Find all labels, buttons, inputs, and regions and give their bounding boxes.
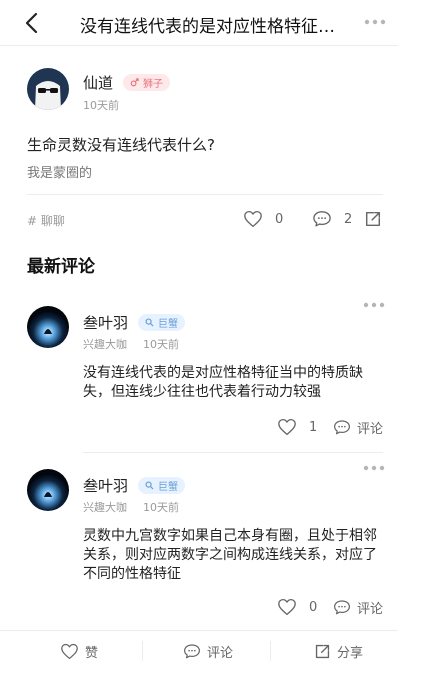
commenter-name[interactable]: 叁叶羽 bbox=[83, 475, 128, 496]
post-comment-count: 2 bbox=[344, 211, 353, 227]
post-body: 我是蒙圈的 bbox=[27, 166, 93, 181]
commenter-avatar[interactable] bbox=[27, 306, 69, 348]
comment-icon bbox=[334, 600, 350, 615]
bottom-share-button[interactable]: 分享 bbox=[314, 642, 363, 661]
comment-icon bbox=[313, 211, 331, 227]
zodiac-badge-label: 巨蟹 bbox=[158, 319, 179, 330]
bottom-bar-separator bbox=[270, 641, 271, 661]
mars-icon bbox=[130, 78, 139, 87]
bottom-bar-separator bbox=[142, 641, 143, 661]
comment-reply-label: 评论 bbox=[357, 602, 384, 617]
bottom-share-label: 分享 bbox=[337, 646, 364, 661]
post-time: 10天前 bbox=[83, 99, 119, 112]
comment-text: 灵数中九宫数字如果自己本身有圈，且处于相邻关系，则对应两数字之间构成连线关系，对… bbox=[83, 528, 377, 582]
commenter-avatar[interactable] bbox=[27, 469, 69, 511]
commenter-role: 兴趣大咖 bbox=[83, 338, 127, 351]
comment-icon bbox=[184, 644, 200, 659]
post-like-count: 0 bbox=[275, 211, 284, 227]
author-avatar[interactable] bbox=[27, 68, 69, 110]
share-icon bbox=[315, 644, 330, 659]
commenter-role: 兴趣大咖 bbox=[83, 501, 127, 514]
header-divider bbox=[0, 45, 398, 46]
comment-reply-button[interactable]: 评论 bbox=[333, 598, 383, 617]
comment-like-count: 0 bbox=[309, 599, 318, 615]
zodiac-badge: 巨蟹 bbox=[138, 314, 186, 331]
comment-divider bbox=[83, 452, 383, 453]
comment-icon bbox=[334, 420, 350, 435]
heart-icon bbox=[61, 643, 78, 660]
heart-icon bbox=[278, 418, 296, 436]
comment-more-icon[interactable] bbox=[363, 302, 385, 308]
comment-reply-button[interactable]: 评论 bbox=[333, 418, 383, 437]
heart-icon bbox=[244, 210, 262, 228]
post-like-button[interactable]: 0 bbox=[243, 210, 283, 228]
comment-more-icon[interactable] bbox=[363, 465, 385, 471]
back-icon[interactable] bbox=[24, 12, 40, 34]
bottom-comment-button[interactable]: 评论 bbox=[183, 642, 233, 661]
zodiac-badge-label: 巨蟹 bbox=[158, 482, 179, 493]
post-comment-button[interactable]: 2 bbox=[312, 210, 352, 228]
bottom-bar-divider bbox=[0, 630, 398, 631]
comment-like-count: 1 bbox=[309, 419, 318, 435]
comment-text: 没有连线代表的是对应性格特征当中的特质缺失，但连线少往往也代表着行动力较强 bbox=[83, 365, 363, 400]
comments-heading: 最新评论 bbox=[27, 257, 95, 277]
search-icon bbox=[145, 318, 154, 327]
comment-time: 10天前 bbox=[143, 501, 179, 514]
post-divider bbox=[27, 194, 383, 195]
post-tag[interactable]: # 聊聊 bbox=[27, 212, 65, 229]
bottom-like-button[interactable]: 赞 bbox=[60, 642, 98, 661]
comment-reply-label: 评论 bbox=[357, 422, 384, 437]
commenter-name[interactable]: 叁叶羽 bbox=[83, 312, 128, 333]
bottom-comment-label: 评论 bbox=[207, 646, 234, 661]
page-title: 没有连线代表的是对应性格特征… bbox=[80, 17, 335, 37]
zodiac-badge-label: 狮子 bbox=[143, 79, 164, 90]
more-options-icon[interactable] bbox=[364, 19, 386, 25]
heart-icon bbox=[278, 598, 296, 616]
zodiac-badge: 巨蟹 bbox=[138, 477, 186, 494]
author-name[interactable]: 仙道 bbox=[83, 72, 113, 93]
share-icon[interactable] bbox=[364, 210, 382, 228]
comment-like-button[interactable]: 0 bbox=[277, 598, 317, 616]
comment-like-button[interactable]: 1 bbox=[277, 418, 317, 436]
comment-time: 10天前 bbox=[143, 338, 179, 351]
bottom-like-label: 赞 bbox=[85, 646, 99, 661]
zodiac-badge: 狮子 bbox=[123, 74, 171, 91]
search-icon bbox=[145, 481, 154, 490]
post-title: 生命灵数没有连线代表什么? bbox=[27, 136, 215, 154]
